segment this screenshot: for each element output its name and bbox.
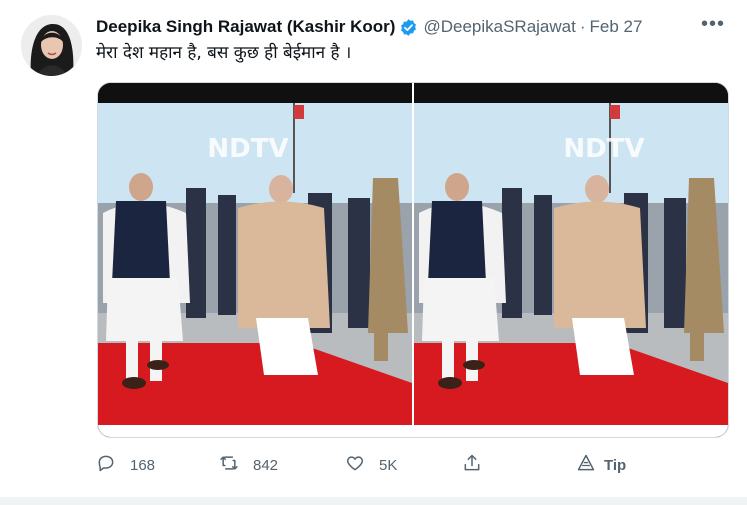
- share-icon: [462, 453, 482, 477]
- like-icon: [345, 453, 365, 477]
- reply-button[interactable]: 168: [96, 452, 155, 478]
- reply-icon: [96, 453, 116, 477]
- reply-count: 168: [130, 456, 156, 474]
- like-button[interactable]: 5K: [345, 452, 397, 478]
- retweet-count: 842: [253, 456, 279, 474]
- like-count: 5K: [379, 456, 398, 474]
- tweet: Deepika Singh Rajawat (Kashir Koor) @Dee…: [0, 0, 747, 505]
- tweet-separator: [0, 497, 747, 505]
- author-handle[interactable]: @DeepikaSRajawat: [423, 17, 575, 37]
- tip-button[interactable]: Tip: [576, 452, 626, 478]
- author-name[interactable]: Deepika Singh Rajawat (Kashir Koor): [96, 17, 395, 37]
- avatar[interactable]: [21, 15, 82, 76]
- tweet-date[interactable]: Feb 27: [590, 17, 643, 37]
- media-image-left[interactable]: NDTV: [98, 83, 412, 437]
- tweet-text: मेरा देश महान है, बस कुछ ही बेईमान है ।: [96, 43, 352, 63]
- verified-badge-icon: [399, 18, 418, 37]
- tip-label: Tip: [604, 456, 627, 474]
- tweet-actions: 168 842 5K Tip: [96, 452, 636, 478]
- tweet-header: Deepika Singh Rajawat (Kashir Koor) @Dee…: [96, 16, 727, 38]
- svg-text:NDTV: NDTV: [563, 134, 644, 164]
- svg-text:NDTV: NDTV: [207, 134, 288, 164]
- tweet-media[interactable]: NDTV NDTV: [97, 82, 729, 438]
- tip-icon: [576, 453, 596, 477]
- media-image-right[interactable]: NDTV: [414, 83, 728, 437]
- share-button[interactable]: [462, 452, 496, 478]
- retweet-button[interactable]: 842: [219, 452, 278, 478]
- retweet-icon: [219, 453, 239, 477]
- more-icon[interactable]: •••: [701, 14, 725, 34]
- separator-dot: ·: [579, 17, 586, 36]
